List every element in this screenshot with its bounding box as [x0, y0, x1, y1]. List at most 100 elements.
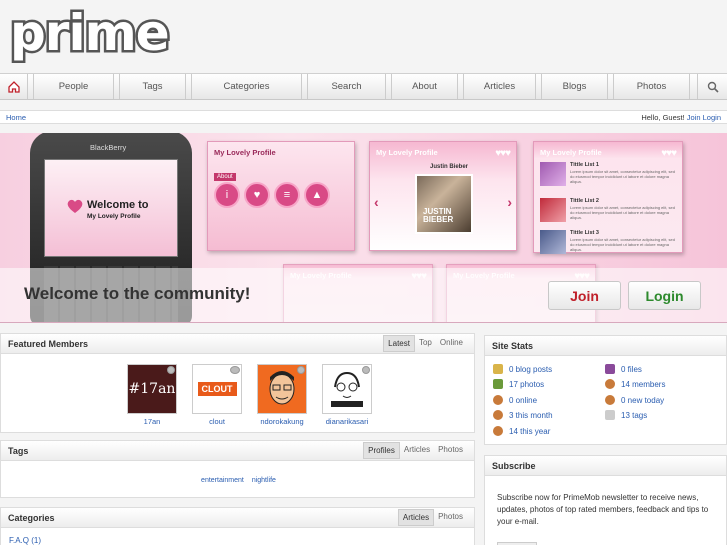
card-title: My Lovely Profile: [540, 148, 602, 157]
stat-online[interactable]: 0 online: [493, 395, 537, 405]
tab-profiles[interactable]: Profiles: [363, 442, 400, 459]
search-icon: [707, 81, 719, 93]
member-card[interactable]: dianarikasari: [322, 364, 372, 426]
list-item: Tittle List 3 Lorem ipsum dolor sit amet…: [540, 230, 680, 255]
list-title: Tittle List 3: [570, 230, 599, 236]
tag-link[interactable]: entertainment: [201, 477, 244, 484]
celebrity-photo: JUSTIN BIEBER: [415, 174, 473, 234]
stat-label: 13 tags: [621, 410, 648, 420]
sketch-face-icon: [331, 371, 363, 407]
stat-label: 14 members: [621, 379, 666, 389]
arrow-left-icon: ‹: [374, 194, 379, 210]
offline-status-icon: [167, 366, 175, 374]
join-button[interactable]: Join: [548, 281, 621, 310]
panel-header: Subscribe: [485, 456, 726, 476]
users-icon: [493, 426, 503, 436]
stat-members[interactable]: 14 members: [605, 379, 665, 389]
tag-link[interactable]: nightlife: [252, 477, 276, 484]
twitter-icon: ♥: [244, 182, 270, 208]
phone-welcome-title: Welcome to: [87, 199, 149, 211]
home-button[interactable]: [0, 74, 28, 99]
panel-header: Categories Articles Photos: [1, 508, 474, 528]
categories-tabs: Articles Photos: [397, 509, 467, 526]
avatar[interactable]: #17an: [127, 364, 177, 414]
photos-icon: [493, 379, 503, 389]
stat-tags[interactable]: 13 tags: [605, 410, 647, 420]
nav-about[interactable]: About: [392, 74, 458, 99]
panel-title: Tags: [8, 445, 29, 456]
list-text: Lorem ipsum dolor sit amet, consectetur …: [570, 237, 675, 252]
category-link[interactable]: F.A.Q (1): [9, 536, 41, 545]
member-card[interactable]: ndorokakung: [257, 364, 307, 426]
stat-photos[interactable]: 17 photos: [493, 379, 544, 389]
tab-photos[interactable]: Photos: [434, 509, 467, 526]
site-logo[interactable]: prime: [8, 6, 173, 64]
tab-top[interactable]: Top: [415, 335, 436, 352]
stat-this-year[interactable]: 14 this year: [493, 426, 550, 436]
phone-welcome-sub: My Lovely Profile: [87, 213, 141, 220]
heart-icon: [67, 199, 83, 213]
avatar[interactable]: [322, 364, 372, 414]
social-icons: i ♥ ≡ ▲: [214, 182, 330, 208]
nav-categories[interactable]: Categories: [192, 74, 302, 99]
member-card[interactable]: CLOUT clout: [192, 364, 242, 426]
cartoon-face-icon: [269, 371, 295, 405]
member-name[interactable]: dianarikasari: [322, 417, 372, 426]
tag-icon: [605, 410, 615, 420]
list-title: Tittle List 2: [570, 198, 599, 204]
greeting-text: Hello, Guest!: [641, 112, 685, 122]
stat-blog-posts[interactable]: 0 blog posts: [493, 364, 552, 374]
stat-files[interactable]: 0 files: [605, 364, 642, 374]
member-card[interactable]: #17an 17an: [127, 364, 177, 426]
user-icon: [493, 395, 503, 405]
nav-people[interactable]: People: [34, 74, 114, 99]
photo-caption: JUSTIN BIEBER: [423, 207, 454, 224]
subscribe-panel: Subscribe Subscribe now for PrimeMob new…: [484, 455, 727, 545]
blog-icon: [493, 364, 503, 374]
member-list: #17an 17an CLOUT clout ndorokakung diana…: [127, 364, 372, 426]
avatar[interactable]: [257, 364, 307, 414]
stat-label: 17 photos: [509, 379, 545, 389]
tags-panel: Tags Profiles Articles Photos entertainm…: [0, 440, 475, 498]
breadcrumb-home-link[interactable]: Home: [6, 113, 26, 122]
stat-this-month[interactable]: 3 this month: [493, 410, 553, 420]
list-item: Tittle List 1 Lorem ipsum dolor sit amet…: [540, 162, 680, 187]
tab-online[interactable]: Online: [436, 335, 467, 352]
nav-search[interactable]: Search: [308, 74, 386, 99]
list-item: Tittle List 2 Lorem ipsum dolor sit amet…: [540, 198, 680, 223]
tab-articles[interactable]: Articles: [400, 442, 434, 459]
tab-latest[interactable]: Latest: [383, 335, 415, 352]
nav-articles[interactable]: Articles: [464, 74, 536, 99]
member-name[interactable]: 17an: [127, 417, 177, 426]
tab-photos[interactable]: Photos: [434, 442, 467, 459]
join-link[interactable]: Join: [687, 113, 701, 122]
stat-label: 0 files: [621, 364, 642, 374]
subscribe-text: Subscribe now for PrimeMob newsletter to…: [497, 493, 709, 526]
avatar[interactable]: CLOUT: [192, 364, 242, 414]
featured-tabs: Latest Top Online: [383, 335, 467, 352]
member-name[interactable]: clout: [192, 417, 242, 426]
stat-label: 0 new today: [621, 395, 665, 405]
people-thumbnail: [540, 230, 566, 254]
member-name[interactable]: ndorokakung: [257, 417, 307, 426]
people-thumbnail: [540, 198, 566, 222]
about-tab: About: [214, 173, 236, 181]
nav-photos[interactable]: Photos: [614, 74, 690, 99]
new-user-icon: [605, 395, 615, 405]
nav-blogs[interactable]: Blogs: [542, 74, 608, 99]
login-button[interactable]: Login: [628, 281, 701, 310]
nav-tags[interactable]: Tags: [120, 74, 186, 99]
tab-articles[interactable]: Articles: [397, 509, 435, 526]
search-button[interactable]: [697, 74, 727, 99]
profile-card-list: My Lovely Profile ♥♥♥ Tittle List 1 Lore…: [533, 141, 683, 255]
list-text: Lorem ipsum dolor sit amet, consectetur …: [570, 205, 675, 220]
list-title: Tittle List 1: [570, 162, 599, 168]
phone-welcome: Welcome to My Lovely Profile: [87, 200, 149, 222]
login-link[interactable]: Login: [703, 113, 721, 122]
stat-label: 0 blog posts: [509, 364, 553, 374]
phone-brand: BlackBerry: [90, 143, 127, 152]
stat-new-today[interactable]: 0 new today: [605, 395, 664, 405]
panel-header: Tags Profiles Articles Photos: [1, 441, 474, 461]
categories-panel: Categories Articles Photos F.A.Q (1): [0, 507, 475, 545]
stat-label: 14 this year: [509, 426, 551, 436]
